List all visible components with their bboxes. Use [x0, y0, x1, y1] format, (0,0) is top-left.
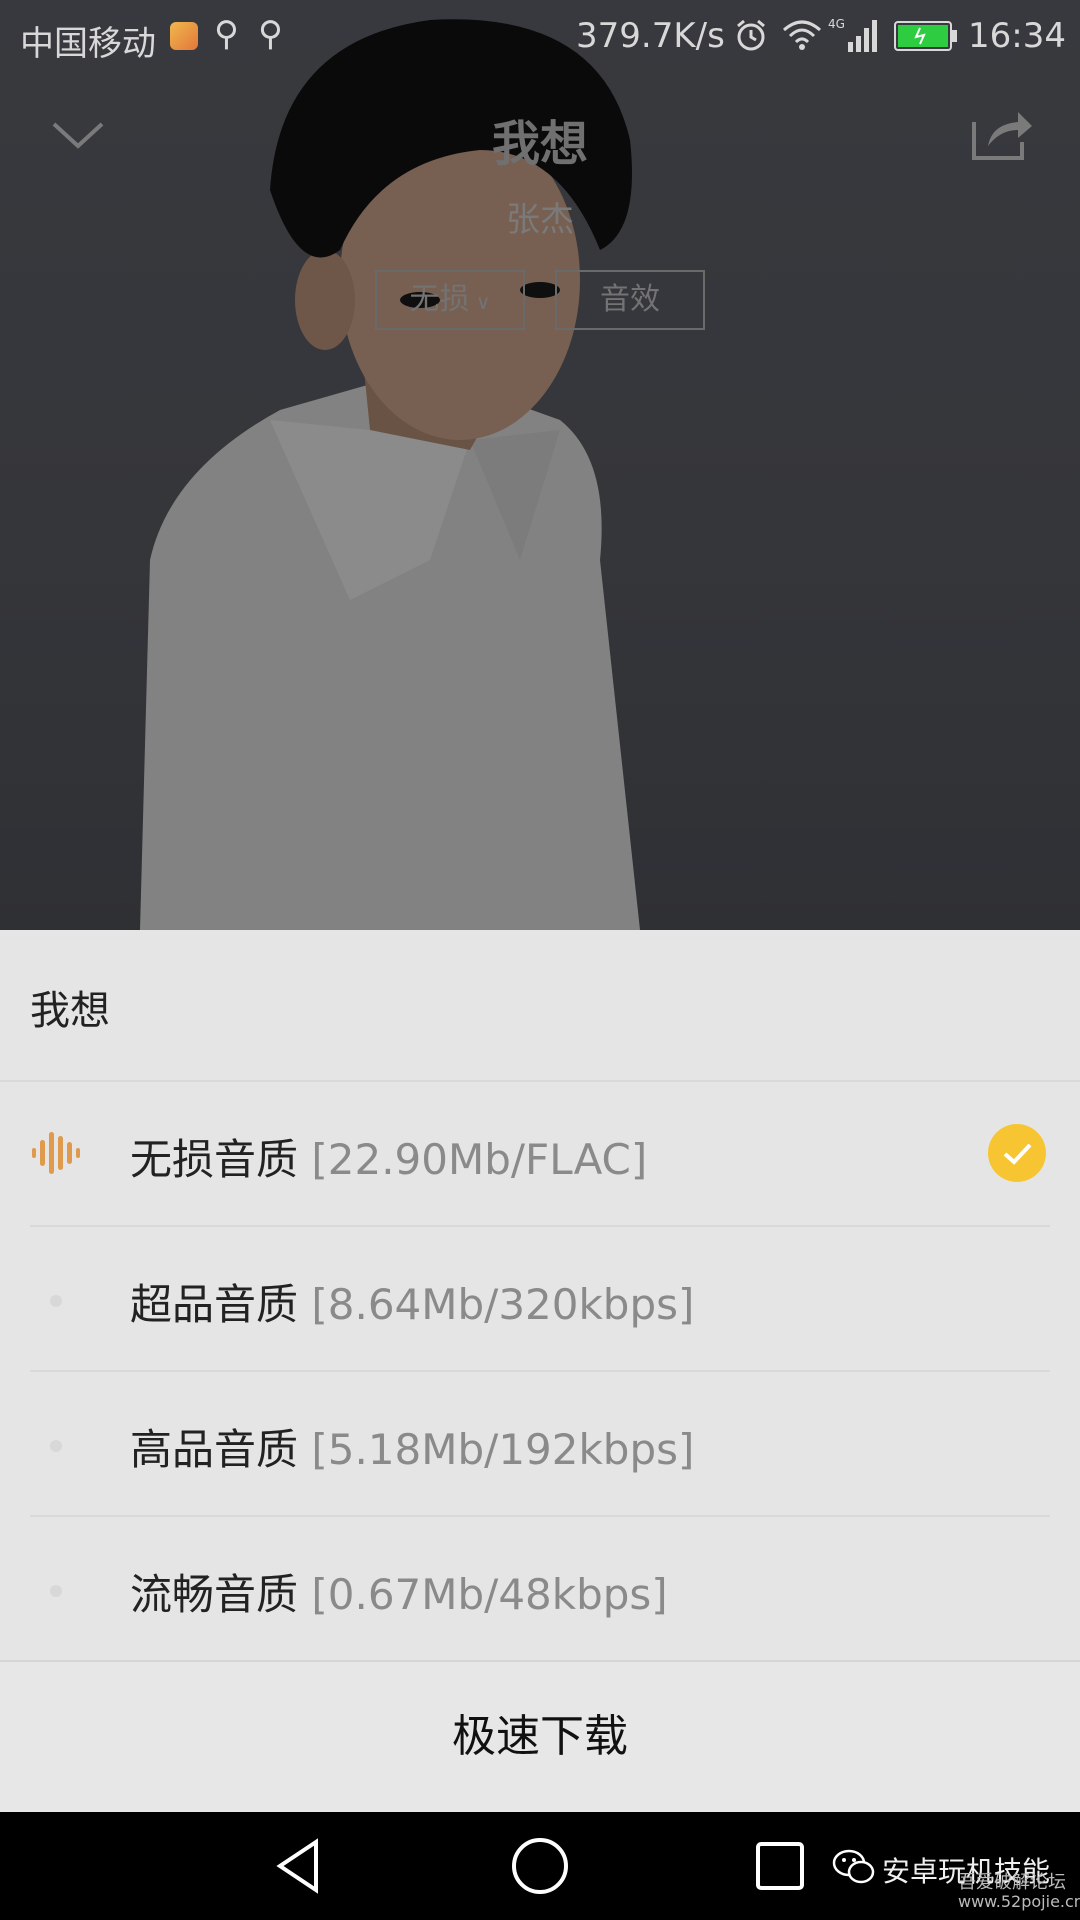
- player-header: 我想 张杰 无损 ∨ 音效: [0, 74, 1080, 334]
- alarm-icon: [734, 18, 768, 61]
- back-button[interactable]: [270, 1836, 330, 1896]
- quality-option-super[interactable]: 超品音质 [8.64Mb/320kbps]: [0, 1227, 1080, 1372]
- quality-option-label: 无损音质 [22.90Mb/FLAC]: [130, 1126, 647, 1187]
- quality-option-detail: [5.18Mb/192kbps]: [311, 1425, 695, 1474]
- recents-square-icon: [756, 1842, 804, 1890]
- bullet-icon: [50, 1585, 62, 1597]
- playing-indicator-icon: [30, 1126, 84, 1180]
- chevron-down-icon: ∨: [469, 290, 491, 314]
- share-button[interactable]: [970, 106, 1034, 162]
- song-title: 我想: [491, 116, 588, 172]
- quality-option-label: 流畅音质 [0.67Mb/48kbps]: [130, 1561, 668, 1622]
- sound-effect-label: 音效: [600, 282, 660, 317]
- quality-option-name: 超品音质: [130, 1280, 299, 1329]
- status-bar: 中国移动 ⚲ ⚲ 379.7K/s 4G 16:34: [0, 0, 1080, 74]
- usb-debug-icon: ⚲: [258, 14, 283, 54]
- quality-selector-label: 无损: [409, 282, 470, 317]
- clock: 16:34: [968, 16, 1066, 56]
- sheet-title: 我想: [30, 988, 110, 1034]
- quality-option-name: 流畅音质: [130, 1570, 299, 1619]
- sound-effect-button[interactable]: 音效: [555, 270, 705, 330]
- usb-icon: ⚲: [214, 14, 239, 54]
- artist-name[interactable]: 张杰: [0, 192, 1080, 241]
- quality-option-label: 超品音质 [8.64Mb/320kbps]: [130, 1271, 694, 1332]
- recents-button[interactable]: [752, 1838, 808, 1894]
- quality-option-smooth[interactable]: 流畅音质 [0.67Mb/48kbps]: [0, 1517, 1080, 1661]
- quality-selector-button[interactable]: 无损 ∨: [375, 270, 525, 330]
- fast-download-button[interactable]: 极速下载: [0, 1662, 1080, 1812]
- bullet-icon: [50, 1440, 62, 1452]
- network-type-label: 4G: [828, 17, 845, 31]
- quality-option-name: 无损音质: [130, 1135, 299, 1184]
- home-circle-icon: [512, 1838, 568, 1894]
- home-button[interactable]: [508, 1834, 572, 1898]
- watermark-forum-name: 吾爱破解论坛: [958, 1872, 1066, 1893]
- app-notification-icon: [170, 22, 198, 50]
- wifi-icon: [782, 18, 822, 61]
- battery-icon: [894, 20, 958, 61]
- screen: 中国移动 ⚲ ⚲ 379.7K/s 4G 16:34 我想 张杰 无损 ∨ 音效…: [0, 0, 1080, 1920]
- navigation-bar: 安卓玩机技能 吾爱破解论坛 www.52pojie.cn: [0, 1812, 1080, 1920]
- quality-option-detail: [22.90Mb/FLAC]: [311, 1135, 648, 1184]
- quality-option-detail: [8.64Mb/320kbps]: [311, 1280, 695, 1329]
- quality-option-name: 高品音质: [130, 1425, 299, 1474]
- quality-option-label: 高品音质 [5.18Mb/192kbps]: [130, 1416, 694, 1477]
- quality-option-high[interactable]: 高品音质 [5.18Mb/192kbps]: [0, 1372, 1080, 1517]
- quality-option-lossless[interactable]: 无损音质 [22.90Mb/FLAC]: [0, 1082, 1080, 1227]
- share-icon: [972, 112, 1032, 160]
- selected-check-icon: [988, 1124, 1046, 1182]
- quality-option-detail: [0.67Mb/48kbps]: [311, 1570, 668, 1619]
- bullet-icon: [50, 1295, 62, 1307]
- network-speed: 379.7K/s: [576, 16, 725, 56]
- back-triangle-icon: [276, 1838, 318, 1894]
- watermark-site-url: www.52pojie.cn: [958, 1892, 1080, 1911]
- wechat-icon: [832, 1848, 876, 1886]
- signal-icon: 4G: [828, 16, 884, 63]
- download-quality-sheet: 我想 无损音质 [22.90Mb/FLAC] 超品音质 [8.64Mb/320k…: [0, 930, 1080, 1812]
- carrier-name: 中国移动: [20, 24, 156, 64]
